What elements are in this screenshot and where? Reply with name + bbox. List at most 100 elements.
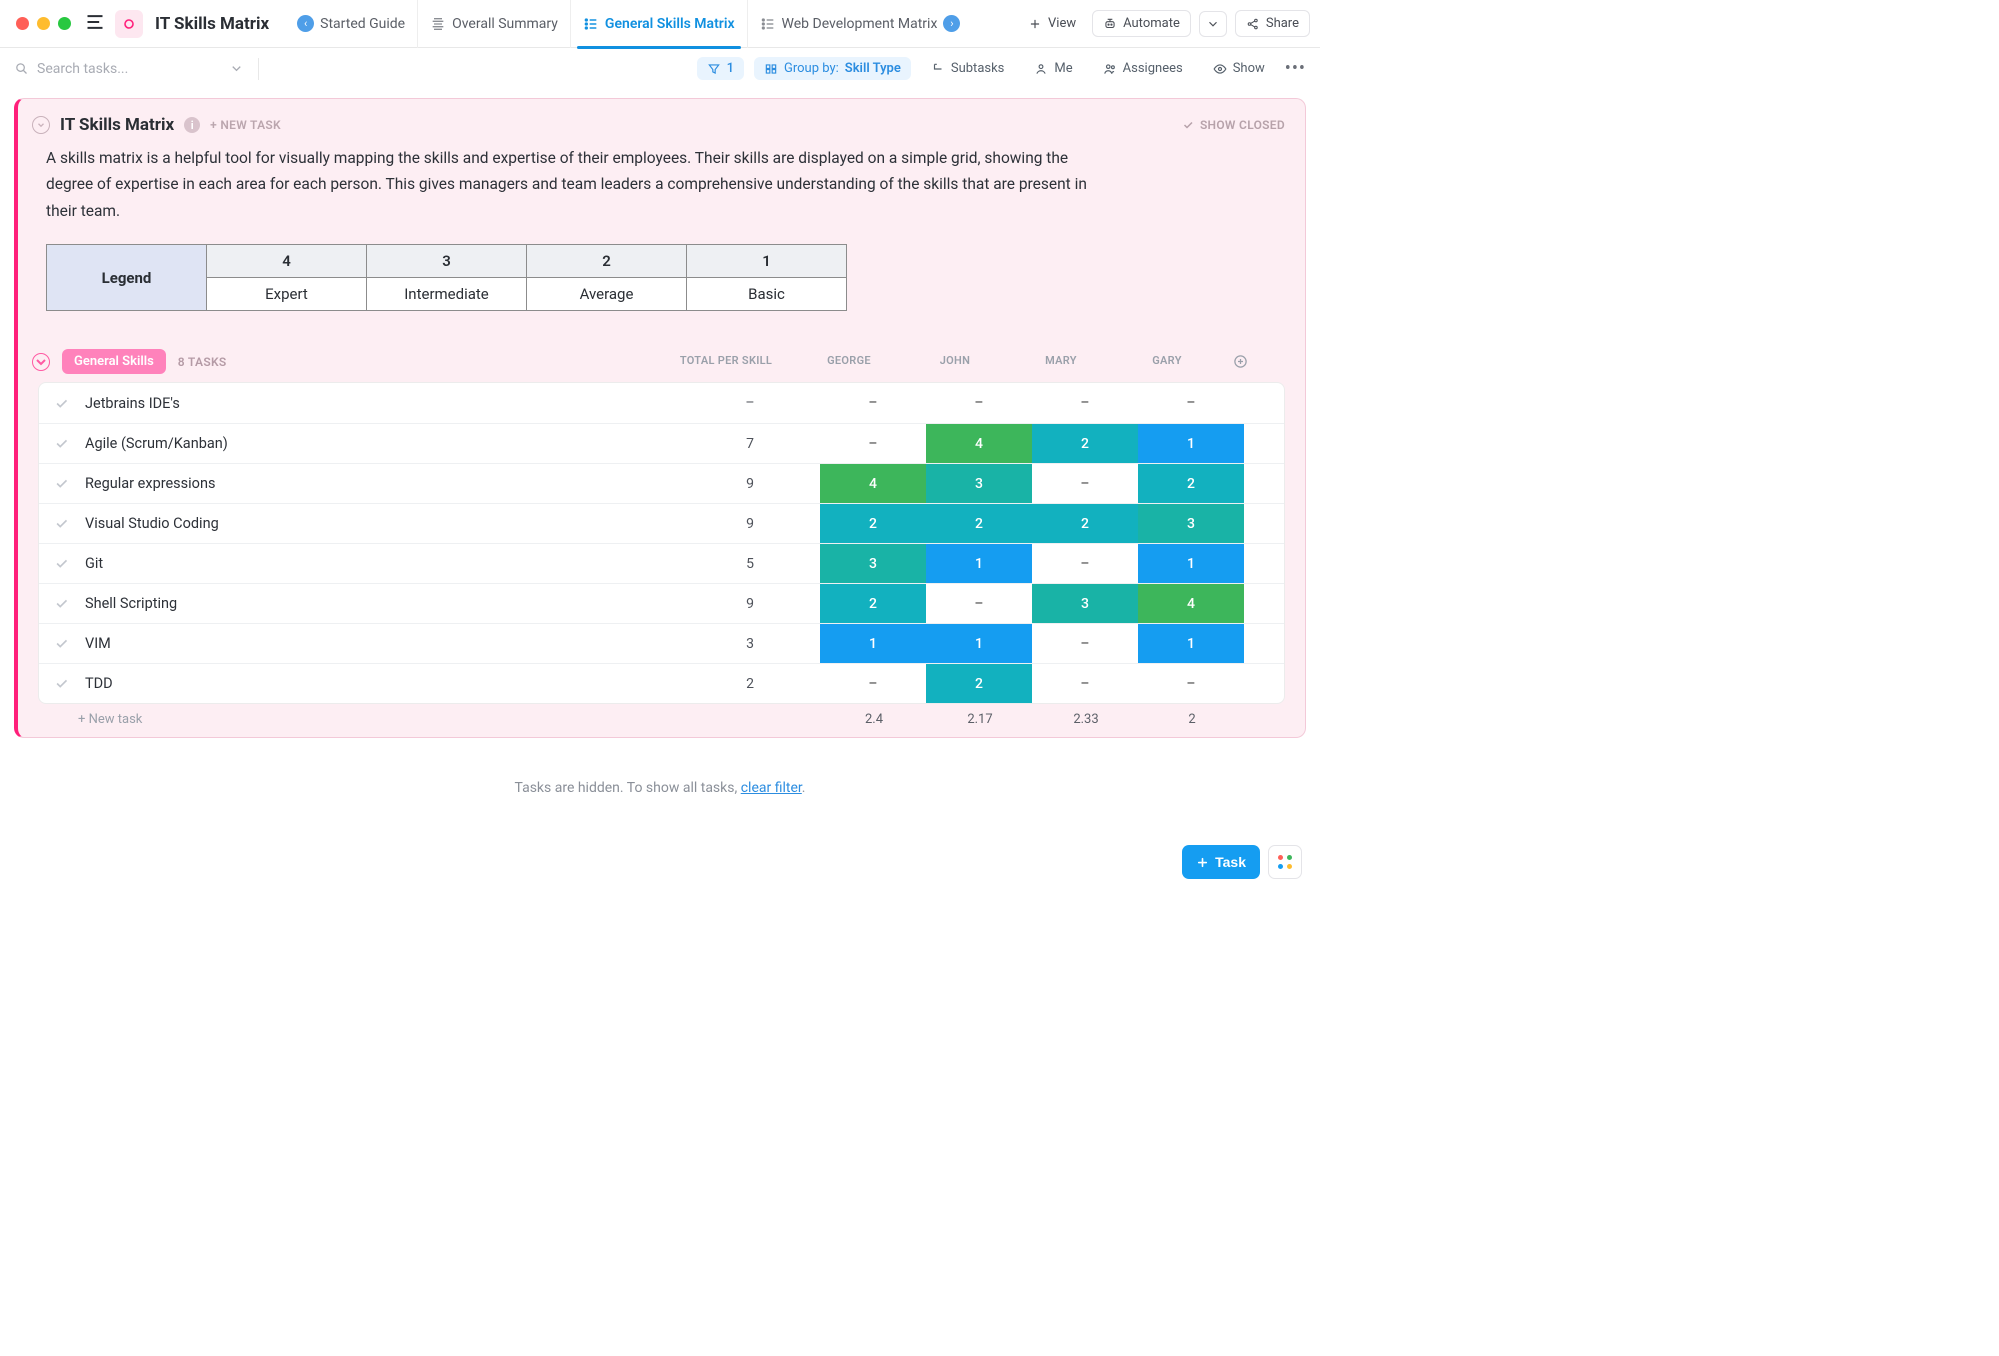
automate-dropdown[interactable] [1199,11,1227,37]
score-cell[interactable]: 4 [1138,584,1244,623]
assignees-button[interactable]: Assignees [1093,57,1193,80]
score-cell[interactable]: – [1032,383,1138,423]
group-chip[interactable]: General Skills [62,349,166,374]
table-row[interactable]: VIM 3 11–1 [39,623,1284,663]
menu-icon[interactable] [85,12,105,36]
table-row[interactable]: Shell Scripting 9 2–34 [39,583,1284,623]
status-check-icon[interactable] [39,544,83,583]
task-name[interactable]: Git [83,544,680,583]
score-cell[interactable]: 2 [1032,424,1138,463]
show-closed-button[interactable]: SHOW CLOSED [1182,118,1285,132]
score-cell[interactable]: – [1138,664,1244,703]
filter-button[interactable]: 1 [697,57,744,80]
status-check-icon[interactable] [39,584,83,623]
score-cell[interactable]: 2 [926,504,1032,543]
score-cell[interactable]: – [1032,664,1138,703]
score-cell[interactable]: – [926,383,1032,423]
score-cell[interactable]: 2 [1138,464,1244,503]
tab-overall-summary[interactable]: Overall Summary [417,0,570,48]
table-row[interactable]: Agile (Scrum/Kanban) 7 –421 [39,423,1284,463]
collapse-list-button[interactable] [32,116,50,134]
new-task-button[interactable]: + NEW TASK [210,118,281,132]
subtasks-button[interactable]: Subtasks [921,57,1015,80]
window-controls [16,17,71,30]
score-cell[interactable]: 2 [1032,504,1138,543]
task-name[interactable]: Shell Scripting [83,584,680,623]
new-task-fab[interactable]: Task [1182,845,1260,879]
score-cell[interactable]: 2 [820,584,926,623]
score-cell[interactable]: – [820,664,926,703]
score-cell[interactable]: 1 [1138,544,1244,583]
more-menu-icon[interactable]: ••• [1285,58,1306,79]
table-row[interactable]: Jetbrains IDE's – –––– [39,383,1284,423]
score-cell[interactable]: – [820,383,926,423]
col-person[interactable]: GARY [1114,348,1220,379]
score-cell[interactable]: 3 [820,544,926,583]
score-cell[interactable]: 3 [1138,504,1244,543]
score-cell[interactable]: – [820,424,926,463]
score-cell[interactable]: – [1032,544,1138,583]
score-cell[interactable]: – [1138,383,1244,423]
status-check-icon[interactable] [39,664,83,703]
tab-started-guide[interactable]: ‹ Started Guide [285,0,417,48]
score-cell[interactable]: 3 [926,464,1032,503]
group-by-button[interactable]: Group by: Skill Type [754,57,911,80]
table-row[interactable]: TDD 2 –2–– [39,663,1284,703]
col-person[interactable]: MARY [1008,348,1114,379]
score-cell[interactable]: – [1032,624,1138,663]
score-cell[interactable]: – [926,584,1032,623]
maximize-window-icon[interactable] [58,17,71,30]
score-cell[interactable]: 3 [1032,584,1138,623]
add-column-button[interactable] [1220,348,1260,379]
space-icon[interactable] [115,10,143,38]
score-cell[interactable]: – [1032,464,1138,503]
task-name[interactable]: VIM [83,624,680,663]
close-window-icon[interactable] [16,17,29,30]
add-view-button[interactable]: View [1020,11,1084,36]
minimize-window-icon[interactable] [37,17,50,30]
status-check-icon[interactable] [39,424,83,463]
col-person[interactable]: JOHN [902,348,1008,379]
status-check-icon[interactable] [39,464,83,503]
collapse-group-button[interactable] [32,353,50,371]
score-cell[interactable]: 1 [1138,624,1244,663]
score-cell[interactable]: 2 [926,664,1032,703]
table-row[interactable]: Git 5 31–1 [39,543,1284,583]
status-check-icon[interactable] [39,504,83,543]
share-button[interactable]: Share [1235,10,1310,37]
show-button[interactable]: Show [1203,57,1275,80]
task-name[interactable]: TDD [83,664,680,703]
tab-general-skills-matrix[interactable]: General Skills Matrix [570,0,747,48]
score-cell[interactable]: 1 [820,624,926,663]
col-total[interactable]: TOTAL PER SKILL [656,348,796,379]
search-icon [14,61,29,76]
info-icon[interactable]: i [184,117,200,133]
new-task-row[interactable]: + New task [38,712,681,727]
tab-web-development-matrix[interactable]: Web Development Matrix › [747,0,973,48]
table-row[interactable]: Regular expressions 9 43–2 [39,463,1284,503]
score-cell[interactable]: 4 [820,464,926,503]
score-cell[interactable]: 2 [820,504,926,543]
list-panel: IT Skills Matrix i + NEW TASK SHOW CLOSE… [14,98,1306,738]
automate-button[interactable]: Automate [1092,10,1191,37]
task-count: 8 TASKS [178,355,227,369]
clear-filter-link[interactable]: clear filter [741,780,802,796]
table-row[interactable]: Visual Studio Coding 9 2223 [39,503,1284,543]
score-cell[interactable]: 1 [926,544,1032,583]
status-check-icon[interactable] [39,383,83,423]
group-value: Skill Type [845,61,901,76]
score-cell[interactable]: 4 [926,424,1032,463]
task-name[interactable]: Regular expressions [83,464,680,503]
search-input[interactable]: Search tasks... [14,61,244,77]
score-cell[interactable]: 1 [926,624,1032,663]
score-cell[interactable]: 1 [1138,424,1244,463]
task-name[interactable]: Visual Studio Coding [83,504,680,543]
task-name[interactable]: Agile (Scrum/Kanban) [83,424,680,463]
list-description: A skills matrix is a helpful tool for vi… [46,145,1106,224]
task-name[interactable]: Jetbrains IDE's [83,383,680,423]
chevron-down-icon [36,120,46,130]
col-person[interactable]: GEORGE [796,348,902,379]
me-button[interactable]: Me [1024,57,1082,80]
apps-button[interactable] [1268,845,1302,879]
status-check-icon[interactable] [39,624,83,663]
